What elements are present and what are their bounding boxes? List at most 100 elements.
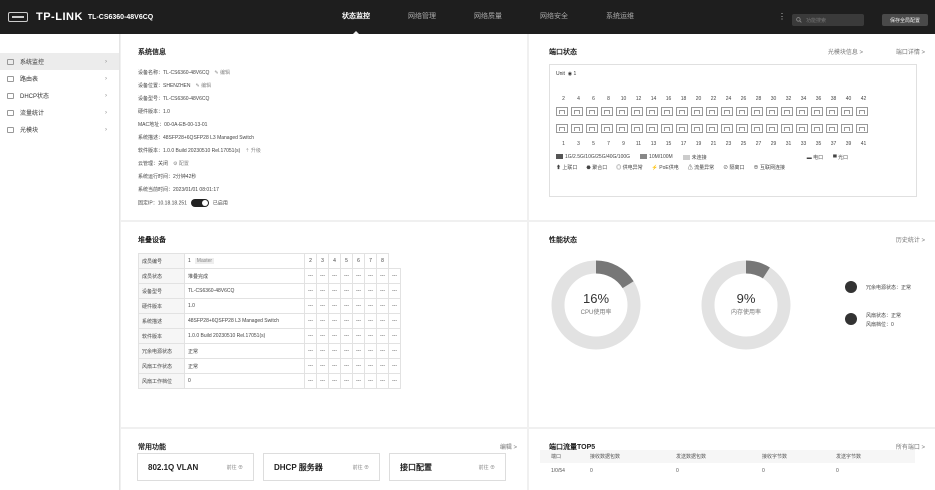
function-dhcp-button[interactable]: DHCP 服务器 前往 ⊕ (263, 453, 380, 481)
more-menu-icon[interactable]: ⋮ (778, 12, 786, 21)
port-15[interactable] (661, 124, 673, 133)
port-32[interactable] (781, 107, 793, 116)
config-link[interactable]: ⚙ 配置 (173, 161, 189, 167)
port-11[interactable] (631, 124, 643, 133)
edit-functions-link[interactable]: 编辑 > (500, 442, 517, 451)
edit-link[interactable]: ✎ 编辑 (196, 83, 212, 89)
go-link[interactable]: 前往 ⊕ (479, 464, 495, 471)
member-cell: --- (388, 268, 401, 284)
port-number: 14 (650, 96, 657, 102)
member-cell: --- (376, 283, 389, 299)
fiber-port-icon: ▀ (833, 155, 837, 161)
search-input[interactable]: 功能搜索 (792, 14, 864, 26)
port-24[interactable] (721, 107, 733, 116)
port-30[interactable] (766, 107, 778, 116)
member-cell: --- (376, 268, 389, 284)
port-number: 26 (740, 96, 747, 102)
port-28[interactable] (751, 107, 763, 116)
port-29[interactable] (766, 124, 778, 133)
sidebar-item-dhcp-status[interactable]: DHCP状态 › (0, 87, 119, 104)
save-config-button[interactable]: 保存全局配置 (882, 14, 928, 26)
sidebar-item-system-monitor[interactable]: 系统监控 › (0, 53, 119, 70)
port-22[interactable] (706, 107, 718, 116)
port-14[interactable] (646, 107, 658, 116)
info-mac-address: MAC地址：00-0A-EB-00-13-01 (138, 122, 208, 128)
member-cell: --- (304, 358, 317, 374)
port-33[interactable] (796, 124, 808, 133)
table-cell: 1/0/54 (551, 467, 565, 474)
function-vlan-button[interactable]: 802.1Q VLAN 前往 ⊕ (137, 453, 254, 481)
port-1[interactable] (556, 124, 568, 133)
value-text: 正常 (188, 348, 199, 355)
port-3[interactable] (571, 124, 583, 133)
port-21[interactable] (706, 124, 718, 133)
row-value: 1 Master (184, 253, 305, 269)
port-26[interactable] (736, 107, 748, 116)
port-4[interactable] (571, 107, 583, 116)
member-cell: --- (352, 373, 365, 389)
member-cell: --- (364, 373, 377, 389)
port-25[interactable] (736, 124, 748, 133)
port-legend-type: 1G/2.5G/10G/25G/40G/100G 10M/100M 未连接 ▬ … (556, 154, 848, 161)
port-18[interactable] (676, 107, 688, 116)
port-38[interactable] (826, 107, 838, 116)
port-42[interactable] (856, 107, 868, 116)
nav-network-management[interactable]: 网络管理 (389, 0, 455, 34)
value-text: 1.0 (188, 303, 195, 309)
port-13[interactable] (646, 124, 658, 133)
info-cloud-management: 云管理：关闭 ⚙ 配置 (138, 160, 189, 167)
sidebar-item-traffic-stats[interactable]: 流量统计 › (0, 104, 119, 121)
port-7[interactable] (601, 124, 613, 133)
nav-status-monitor[interactable]: 状态监控 (323, 0, 389, 34)
port-39[interactable] (841, 124, 853, 133)
legend-label: 供电异常 (622, 165, 643, 171)
port-35[interactable] (811, 124, 823, 133)
go-link[interactable]: 前往 ⊕ (227, 464, 243, 471)
port-8[interactable] (601, 107, 613, 116)
port-40[interactable] (841, 107, 853, 116)
member-cell: --- (352, 268, 365, 284)
go-link[interactable]: 前往 ⊕ (353, 464, 369, 471)
fixed-ip-toggle[interactable] (190, 199, 209, 207)
nav-network-quality[interactable]: 网络质量 (455, 0, 521, 34)
port-31[interactable] (781, 124, 793, 133)
port-20[interactable] (691, 107, 703, 116)
member-cell: --- (376, 373, 389, 389)
port-41[interactable] (856, 124, 868, 133)
port-10[interactable] (616, 107, 628, 116)
nav-network-security[interactable]: 网络安全 (521, 0, 587, 34)
unit-selector[interactable]: Unit ◉ 1 (556, 71, 576, 77)
optical-info-link[interactable]: 光模块信息 > (828, 47, 863, 56)
port-19[interactable] (691, 124, 703, 133)
history-stats-link[interactable]: 历史统计 > (896, 235, 925, 244)
port-36[interactable] (811, 107, 823, 116)
port-27[interactable] (751, 124, 763, 133)
port-5[interactable] (586, 124, 598, 133)
cpu-value: 16% (582, 291, 610, 306)
sidebar-item-route-table[interactable]: 路由表 › (0, 70, 119, 87)
port-detail-link[interactable]: 端口详情 > (896, 47, 925, 56)
edit-link[interactable]: ✎ 编辑 (214, 70, 230, 76)
port-34[interactable] (796, 107, 808, 116)
function-interface-button[interactable]: 接口配置 前往 ⊕ (389, 453, 506, 481)
port-9[interactable] (616, 124, 628, 133)
port-23[interactable] (721, 124, 733, 133)
nav-system-maintenance[interactable]: 系统运维 (587, 0, 653, 34)
port-12[interactable] (631, 107, 643, 116)
member-cell: --- (376, 343, 389, 359)
upgrade-link[interactable]: ⇡ 升级 (245, 148, 261, 154)
member-number: 7 (364, 253, 377, 269)
port-17[interactable] (676, 124, 688, 133)
sidebar-item-optical-module[interactable]: 光模块 › (0, 121, 119, 138)
member-cell: --- (352, 343, 365, 359)
system-info-card: 系统信息 设备名称：TL-CS6360-48V6CQ ✎ 编辑 设备位置：SHEN… (121, 34, 527, 220)
port-number: 37 (830, 141, 837, 147)
port-37[interactable] (826, 124, 838, 133)
port-16[interactable] (661, 107, 673, 116)
table-cell: 0 (836, 467, 839, 474)
section-title: 系统信息 (138, 49, 166, 56)
psu-status: 冗余电源状态：正常 (866, 285, 912, 291)
port-6[interactable] (586, 107, 598, 116)
chevron-right-icon: › (105, 109, 107, 116)
port-2[interactable] (556, 107, 568, 116)
